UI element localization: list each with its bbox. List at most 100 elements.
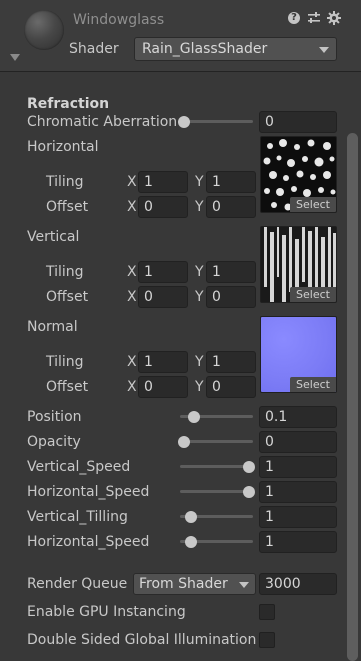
slider-value-field[interactable]: 1 — [259, 456, 337, 478]
slider-value-field[interactable]: 0.1 — [259, 406, 337, 428]
horizontal-texture-slot[interactable]: Select — [260, 136, 337, 213]
horizontal-tiling-x-field[interactable]: 1 — [138, 171, 188, 193]
slider-knob[interactable] — [178, 436, 190, 448]
chevron-down-icon — [319, 47, 329, 53]
material-preview-sphere — [24, 10, 64, 50]
gear-icon[interactable] — [327, 11, 341, 25]
field-value: 1 — [144, 174, 153, 190]
horizontal-offset-y-field[interactable]: 0 — [206, 196, 256, 218]
axis-y-label: Y — [195, 354, 204, 370]
scrollbar-thumb[interactable] — [347, 133, 358, 661]
render-queue-mode: From Shader — [139, 576, 228, 592]
axis-y-label: Y — [195, 199, 204, 215]
slider-knob[interactable] — [243, 461, 255, 473]
material-name: Windowglass — [73, 12, 165, 28]
field-value: 1 — [212, 354, 221, 370]
render-queue-value: 3000 — [265, 576, 301, 592]
gpu-instancing-checkbox[interactable] — [259, 604, 275, 620]
offset-label: Offset — [46, 379, 89, 395]
horizontal-offset-x-field[interactable]: 0 — [138, 196, 188, 218]
field-value: 1 — [212, 174, 221, 190]
texture-label-horizontal: Horizontal — [27, 139, 99, 155]
field-value: 0 — [144, 199, 153, 215]
render-queue-label: Render Queue — [27, 576, 128, 592]
slider-label: Opacity — [27, 434, 81, 450]
offset-label: Offset — [46, 199, 89, 215]
chromatic-aberration-field[interactable]: 0 — [259, 111, 337, 133]
field-value: 0 — [212, 289, 221, 305]
slider-value: 1 — [265, 484, 274, 500]
slider-label: Horizontal_Speed — [27, 534, 150, 550]
slider-knob[interactable] — [185, 536, 197, 548]
normal-offset-x-field[interactable]: 0 — [138, 376, 188, 398]
presets-sliders-icon[interactable] — [307, 11, 321, 25]
slider-value: 0.1 — [265, 409, 288, 425]
slider-value-field[interactable]: 1 — [259, 506, 337, 528]
slider-label: Vertical_Tilling — [27, 509, 128, 525]
slider-value: 0 — [265, 434, 274, 450]
field-value: 0 — [144, 289, 153, 305]
normal-tiling-x-field[interactable]: 1 — [138, 351, 188, 373]
slider-value-field[interactable]: 0 — [259, 431, 337, 453]
axis-y-label: Y — [195, 379, 204, 395]
slider-value: 1 — [265, 459, 274, 475]
field-value: 1 — [144, 264, 153, 280]
double-sided-gi-checkbox[interactable] — [259, 632, 275, 648]
normal-texture-slot[interactable]: Select — [260, 316, 337, 393]
chromatic-aberration-label: Chromatic Aberration — [27, 114, 178, 130]
axis-x-label: X — [127, 264, 137, 280]
normal-tiling-y-field[interactable]: 1 — [206, 351, 256, 373]
chromatic-aberration-value: 0 — [265, 114, 274, 130]
slider-track[interactable] — [180, 440, 253, 443]
vertical-tiling-y-field[interactable]: 1 — [206, 261, 256, 283]
axis-x-label: X — [127, 289, 137, 305]
texture-select-button[interactable]: Select — [290, 287, 336, 302]
vertical-offset-y-field[interactable]: 0 — [206, 286, 256, 308]
shader-label: Shader — [69, 41, 119, 57]
tiling-label: Tiling — [46, 354, 84, 370]
slider-label: Position — [27, 409, 82, 425]
help-icon[interactable]: ? — [288, 12, 300, 24]
gpu-instancing-label: Enable GPU Instancing — [27, 604, 186, 620]
axis-y-label: Y — [195, 174, 204, 190]
axis-x-label: X — [127, 174, 137, 190]
texture-label-vertical: Vertical — [27, 229, 80, 245]
axis-y-label: Y — [195, 264, 204, 280]
field-value: 0 — [212, 379, 221, 395]
vertical-texture-slot[interactable]: Select — [260, 226, 337, 303]
texture-select-button[interactable]: Select — [290, 377, 336, 392]
slider-knob[interactable] — [185, 511, 197, 523]
tiling-label: Tiling — [46, 264, 84, 280]
render-queue-dropdown[interactable]: From Shader — [133, 573, 256, 595]
field-value: 0 — [144, 379, 153, 395]
slider-value-field[interactable]: 1 — [259, 531, 337, 553]
slider-knob[interactable] — [188, 411, 200, 423]
vertical-offset-x-field[interactable]: 0 — [138, 286, 188, 308]
chromatic-aberration-slider-knob[interactable] — [178, 116, 190, 128]
slider-knob[interactable] — [243, 486, 255, 498]
field-value: 1 — [212, 264, 221, 280]
offset-label: Offset — [46, 289, 89, 305]
axis-x-label: X — [127, 354, 137, 370]
horizontal-tiling-y-field[interactable]: 1 — [206, 171, 256, 193]
shader-dropdown[interactable]: Rain_GlassShader — [134, 37, 337, 61]
section-title-refraction: Refraction — [27, 96, 110, 112]
slider-label: Horizontal_Speed — [27, 484, 150, 500]
field-value: 1 — [144, 354, 153, 370]
field-value: 0 — [212, 199, 221, 215]
double-sided-gi-label: Double Sided Global Illumination — [27, 632, 257, 648]
texture-label-normal: Normal — [27, 319, 78, 335]
chevron-down-icon — [239, 582, 249, 588]
texture-select-button[interactable]: Select — [290, 197, 336, 212]
axis-x-label: X — [127, 199, 137, 215]
normal-offset-y-field[interactable]: 0 — [206, 376, 256, 398]
shader-dropdown-value: Rain_GlassShader — [142, 41, 268, 57]
vertical-tiling-x-field[interactable]: 1 — [138, 261, 188, 283]
axis-y-label: Y — [195, 289, 204, 305]
slider-label: Vertical_Speed — [27, 459, 131, 475]
slider-value-field[interactable]: 1 — [259, 481, 337, 503]
foldout-arrow-icon[interactable] — [10, 54, 20, 61]
chromatic-aberration-slider-track[interactable] — [180, 120, 253, 123]
render-queue-value-field[interactable]: 3000 — [259, 573, 337, 595]
tiling-label: Tiling — [46, 174, 84, 190]
